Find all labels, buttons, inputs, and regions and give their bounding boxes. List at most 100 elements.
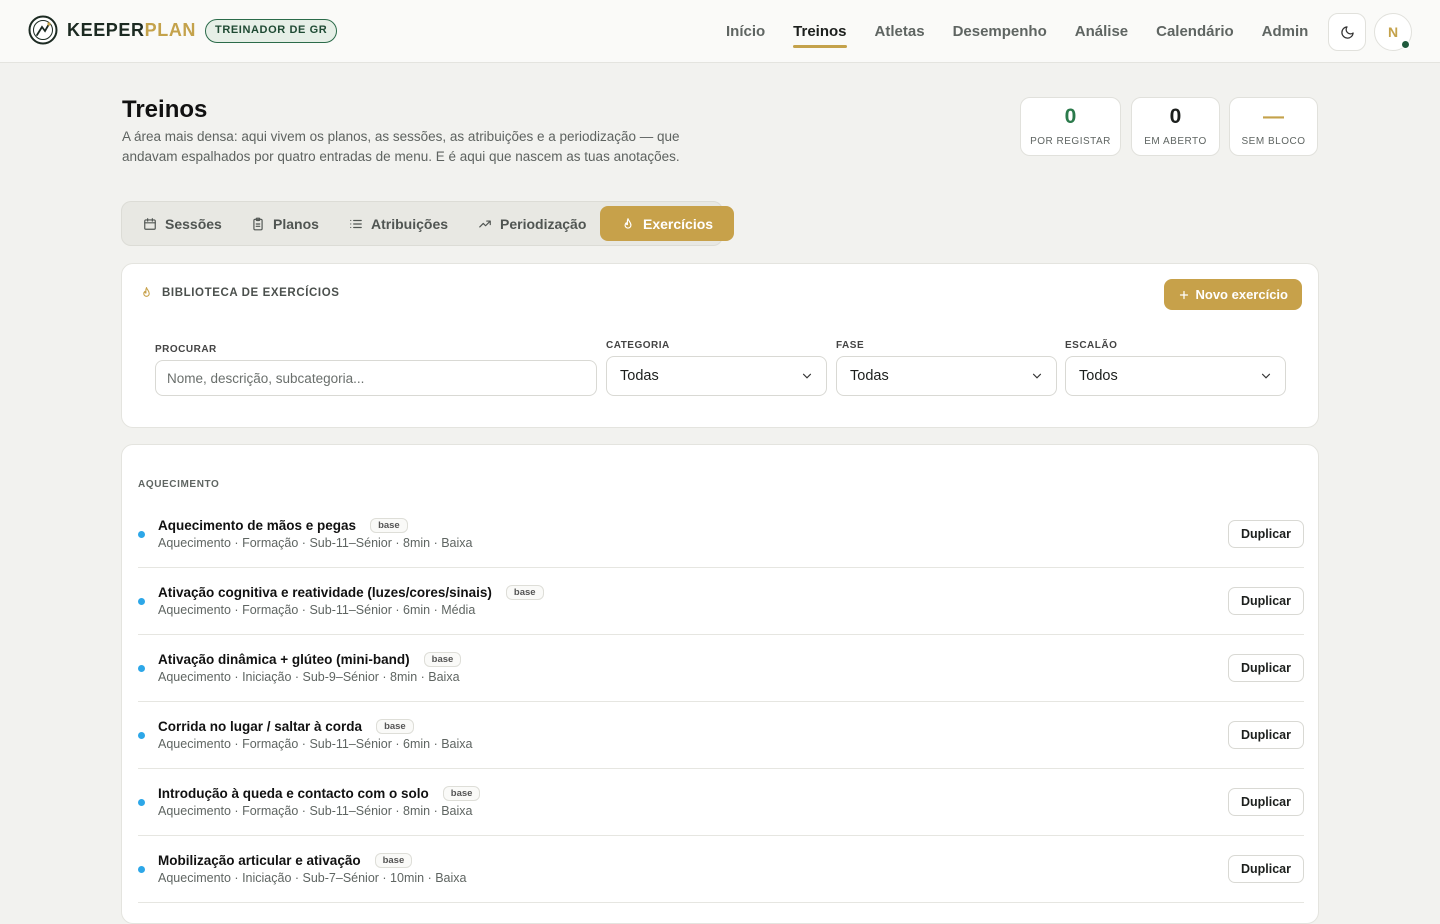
nav-item-admin[interactable]: Admin	[1248, 0, 1323, 63]
top-bar: KEEPERPLAN TREINADOR DE GR Início Treino…	[0, 0, 1440, 63]
exercise-name-line: Corrida no lugar / saltar à corda base	[158, 719, 414, 734]
brand-logo-icon	[28, 15, 58, 45]
list-item[interactable]: Ativação dinâmica + glúteo (mini-band) b…	[138, 635, 1304, 702]
search-label: PROCURAR	[155, 344, 217, 355]
theme-toggle-button[interactable]	[1328, 13, 1366, 51]
stat-label: POR REGISTAR	[1030, 136, 1111, 147]
nav-item-desempenho[interactable]: Desempenho	[939, 0, 1061, 63]
tab-periodizacao[interactable]: Periodização	[457, 206, 607, 241]
flame-icon	[143, 287, 150, 297]
list-item[interactable]: Ativação cognitiva e reatividade (luzes/…	[138, 568, 1304, 635]
duplicate-button[interactable]: Duplicar	[1227, 654, 1304, 682]
search-input[interactable]	[155, 360, 597, 396]
age-group-select[interactable]: Todos	[1065, 356, 1286, 396]
role-badge: TREINADOR DE GR	[205, 19, 338, 43]
main-nav: Início Treinos Atletas Desempenho Anális…	[712, 0, 1322, 63]
exercise-name-line: Ativação cognitiva e reatividade (luzes/…	[158, 585, 544, 600]
exercise-name: Ativação cognitiva e reatividade (luzes/…	[158, 585, 492, 600]
online-status-dot	[1401, 40, 1410, 49]
stat-value: 0	[1064, 105, 1077, 128]
exercise-name-line: Introdução à queda e contacto com o solo…	[158, 786, 481, 801]
exercise-name: Corrida no lugar / saltar à corda	[158, 719, 363, 734]
chevron-down-icon	[1261, 373, 1271, 379]
stat-label: EM ABERTO	[1144, 136, 1207, 147]
clipboard-icon	[253, 217, 263, 230]
plus-icon	[1179, 290, 1188, 299]
brand-name-part1: KEEPER	[67, 19, 145, 40]
page-description: A área mais densa: aqui vivem os planos,…	[122, 129, 680, 164]
nav-item-atletas[interactable]: Atletas	[861, 0, 939, 63]
avatar-initial: N	[1387, 24, 1399, 40]
nav-item-treinos[interactable]: Treinos	[779, 0, 860, 63]
list-item[interactable]: Introdução à queda e contacto com o solo…	[138, 769, 1304, 836]
tab-sessoes[interactable]: Sessões	[122, 206, 243, 241]
list-item[interactable]: Aquecimento de mãos e pegas base Aquecim…	[138, 501, 1304, 568]
nav-item-calendario[interactable]: Calendário	[1142, 0, 1248, 63]
brand-name: KEEPERPLAN	[67, 20, 196, 41]
new-exercise-label: Novo exercício	[1195, 287, 1289, 302]
category-label: CATEGORIA	[606, 340, 670, 351]
exercise-meta: Aquecimento · Iniciação · Sub-9–Sénior ·…	[158, 670, 460, 684]
tab-exercicios[interactable]: Exercícios	[600, 206, 735, 241]
flame-icon	[624, 217, 632, 229]
user-avatar[interactable]: N	[1374, 13, 1412, 51]
duplicate-button[interactable]: Duplicar	[1227, 721, 1304, 749]
exercise-tag: base	[376, 719, 414, 734]
status-dot	[138, 732, 145, 739]
exercise-rows: Aquecimento de mãos e pegas base Aquecim…	[138, 501, 1304, 903]
stat-label: SEM BLOCO	[1241, 136, 1306, 147]
duplicate-button[interactable]: Duplicar	[1227, 520, 1304, 548]
age-group-label: ESCALÃO	[1065, 340, 1118, 351]
tab-label: Periodização	[500, 215, 587, 232]
chevron-down-icon	[1032, 373, 1042, 379]
exercise-name: Ativação dinâmica + glúteo (mini-band)	[158, 652, 410, 667]
status-dot	[138, 799, 145, 806]
group-label: AQUECIMENTO	[138, 479, 220, 490]
category-value: Todas	[620, 368, 659, 384]
exercise-tag: base	[423, 652, 462, 667]
exercise-name: Introdução à queda e contacto com o solo	[158, 786, 429, 801]
phase-label: FASE	[836, 340, 865, 351]
new-exercise-button[interactable]: Novo exercício	[1163, 279, 1302, 310]
tab-label: Exercícios	[643, 215, 714, 232]
list-item[interactable]: Corrida no lugar / saltar à corda base A…	[138, 702, 1304, 769]
nav-item-inicio[interactable]: Início	[712, 0, 779, 63]
stat-value: —	[1263, 105, 1284, 128]
category-select[interactable]: Todas	[606, 356, 827, 396]
exercise-tag: base	[374, 853, 413, 868]
exercise-meta: Aquecimento · Formação · Sub-11–Sénior ·…	[158, 603, 476, 617]
tab-label: Planos	[273, 215, 319, 232]
exercise-library-filters: BIBLIOTECA DE EXERCÍCIOS Novo exercício …	[121, 263, 1319, 428]
exercise-tag: base	[442, 786, 481, 801]
tab-planos[interactable]: Planos	[230, 206, 340, 241]
phase-select[interactable]: Todas	[836, 356, 1057, 396]
exercise-name-line: Ativação dinâmica + glúteo (mini-band) b…	[158, 652, 462, 667]
exercise-name: Mobilização articular e ativação	[158, 853, 361, 868]
phase-value: Todas	[850, 368, 889, 384]
brand[interactable]: KEEPERPLAN	[28, 15, 196, 45]
exercise-name: Aquecimento de mãos e pegas	[158, 518, 357, 533]
exercise-meta: Aquecimento · Formação · Sub-11–Sénior ·…	[158, 804, 473, 818]
duplicate-button[interactable]: Duplicar	[1227, 587, 1304, 615]
exercise-tag: base	[505, 585, 544, 600]
exercise-name-line: Mobilização articular e ativação base	[158, 853, 413, 868]
stat-sem-bloco: — SEM BLOCO	[1229, 97, 1318, 156]
exercise-meta: Aquecimento · Iniciação · Sub-7–Sénior ·…	[158, 871, 467, 885]
duplicate-button[interactable]: Duplicar	[1227, 855, 1304, 883]
status-dot	[138, 665, 145, 672]
trending-icon	[479, 220, 491, 227]
section-tabs: Sessões Planos Atribuições Periodização …	[121, 201, 735, 246]
list-icon	[350, 219, 362, 228]
status-dot	[138, 531, 145, 538]
page-title: Treinos	[122, 96, 208, 123]
moon-icon	[1340, 25, 1354, 39]
duplicate-button[interactable]: Duplicar	[1227, 788, 1304, 816]
list-item[interactable]: Mobilização articular e ativação base Aq…	[138, 836, 1304, 903]
stat-por-registar: 0 POR REGISTAR	[1020, 97, 1121, 156]
status-dot	[138, 598, 145, 605]
exercise-tag: base	[370, 518, 408, 533]
exercise-name-line: Aquecimento de mãos e pegas base	[158, 518, 408, 533]
tab-atribuicoes[interactable]: Atribuições	[328, 206, 469, 241]
stat-value: 0	[1169, 105, 1182, 128]
nav-item-analise[interactable]: Análise	[1061, 0, 1142, 63]
